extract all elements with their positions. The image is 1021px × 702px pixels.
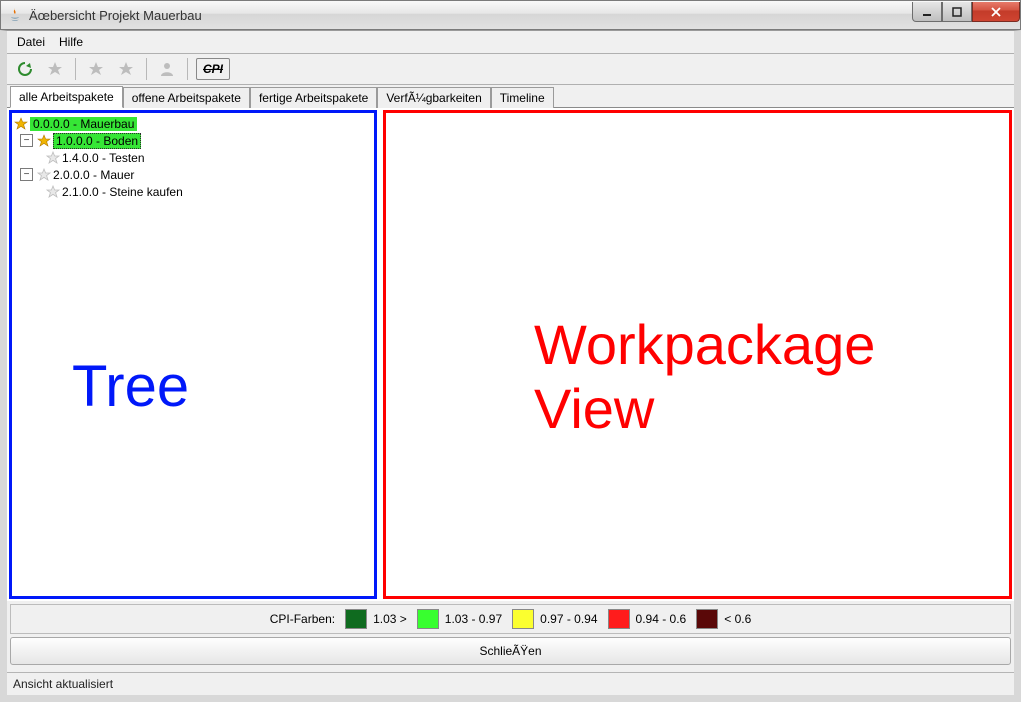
legend-item: < 0.6 (696, 609, 751, 629)
cpi-button[interactable]: CPI (196, 58, 230, 80)
tree-node[interactable]: − 1.0.0.0 - Boden (14, 132, 372, 149)
window-title: Äœbersicht Projekt Mauerbau (29, 8, 202, 23)
tab-verfuegbarkeiten[interactable]: VerfÃ¼gbarkeiten (377, 87, 490, 108)
status-bar: Ansicht aktualisiert (7, 672, 1014, 695)
tree-node-label: 2.1.0.0 - Steine kaufen (62, 185, 183, 199)
legend-swatch (512, 609, 534, 629)
menu-help[interactable]: Hilfe (53, 33, 89, 51)
toolbar: CPI (7, 54, 1014, 85)
tab-offene-arbeitspakete[interactable]: offene Arbeitspakete (123, 87, 250, 108)
star-button-2[interactable] (84, 57, 108, 81)
view-annotation-label: Workpackage View (534, 313, 875, 442)
star-outline-icon (37, 168, 51, 182)
legend-swatch (608, 609, 630, 629)
cpi-legend: CPI-Farben: 1.03 > 1.03 - 0.97 0.97 - 0.… (10, 604, 1011, 634)
tree-node[interactable]: − 2.0.0.0 - Mauer (14, 166, 372, 183)
tree-node[interactable]: 2.1.0.0 - Steine kaufen (14, 183, 372, 200)
star-outline-icon (46, 151, 60, 165)
toolbar-separator (75, 58, 76, 80)
main-area: 0.0.0.0 - Mauerbau − 1.0.0.0 - Boden 1.4… (7, 108, 1014, 601)
tree-panel: 0.0.0.0 - Mauerbau − 1.0.0.0 - Boden 1.4… (9, 110, 377, 599)
legend-label: < 0.6 (724, 612, 751, 626)
legend-label: 0.97 - 0.94 (540, 612, 597, 626)
legend-label: 1.03 - 0.97 (445, 612, 502, 626)
tree-node[interactable]: 1.4.0.0 - Testen (14, 149, 372, 166)
legend-item: 1.03 > (345, 609, 407, 629)
view-annotation-line1: Workpackage (534, 313, 875, 376)
legend-swatch (345, 609, 367, 629)
tree-node-label: 0.0.0.0 - Mauerbau (30, 117, 137, 131)
java-app-icon (7, 7, 23, 23)
cpi-button-label: CPI (203, 62, 223, 76)
legend-label: 0.94 - 0.6 (636, 612, 687, 626)
legend-item: 1.03 - 0.97 (417, 609, 502, 629)
status-text: Ansicht aktualisiert (13, 677, 113, 691)
star-icon (14, 117, 28, 131)
workpackage-view-panel: Workpackage View (383, 110, 1012, 599)
menu-file[interactable]: Datei (11, 33, 51, 51)
tab-strip: alle Arbeitspakete offene Arbeitspakete … (7, 85, 1014, 108)
view-annotation-line2: View (534, 377, 654, 440)
legend-item: 0.94 - 0.6 (608, 609, 687, 629)
legend-item: 0.97 - 0.94 (512, 609, 597, 629)
star-button-1[interactable] (43, 57, 67, 81)
tab-fertige-arbeitspakete[interactable]: fertige Arbeitspakete (250, 87, 377, 108)
collapse-icon[interactable]: − (20, 168, 33, 181)
legend-swatch (696, 609, 718, 629)
collapse-icon[interactable]: − (20, 134, 33, 147)
window-minimize-button[interactable] (912, 2, 942, 22)
tree[interactable]: 0.0.0.0 - Mauerbau − 1.0.0.0 - Boden 1.4… (12, 113, 374, 202)
tab-timeline[interactable]: Timeline (491, 87, 554, 108)
tree-node-root[interactable]: 0.0.0.0 - Mauerbau (14, 115, 372, 132)
toolbar-separator (187, 58, 188, 80)
close-button[interactable]: SchlieÃŸen (10, 637, 1011, 665)
star-button-3[interactable] (114, 57, 138, 81)
close-button-label: SchlieÃŸen (479, 644, 541, 658)
window-titlebar: Äœbersicht Projekt Mauerbau (0, 0, 1021, 30)
cpi-legend-title: CPI-Farben: (270, 612, 335, 626)
toolbar-separator (146, 58, 147, 80)
tab-alle-arbeitspakete[interactable]: alle Arbeitspakete (10, 86, 123, 108)
user-button[interactable] (155, 57, 179, 81)
window-maximize-button[interactable] (942, 2, 972, 22)
refresh-button[interactable] (13, 57, 37, 81)
tree-annotation-label: Tree (72, 353, 189, 420)
tree-node-label: 1.4.0.0 - Testen (62, 151, 145, 165)
star-outline-icon (46, 185, 60, 199)
window-close-button[interactable] (972, 2, 1020, 22)
star-icon (37, 134, 51, 148)
legend-swatch (417, 609, 439, 629)
legend-label: 1.03 > (373, 612, 407, 626)
tree-node-label: 2.0.0.0 - Mauer (53, 168, 134, 182)
tree-node-label: 1.0.0.0 - Boden (53, 133, 141, 149)
menubar: Datei Hilfe (7, 31, 1014, 54)
